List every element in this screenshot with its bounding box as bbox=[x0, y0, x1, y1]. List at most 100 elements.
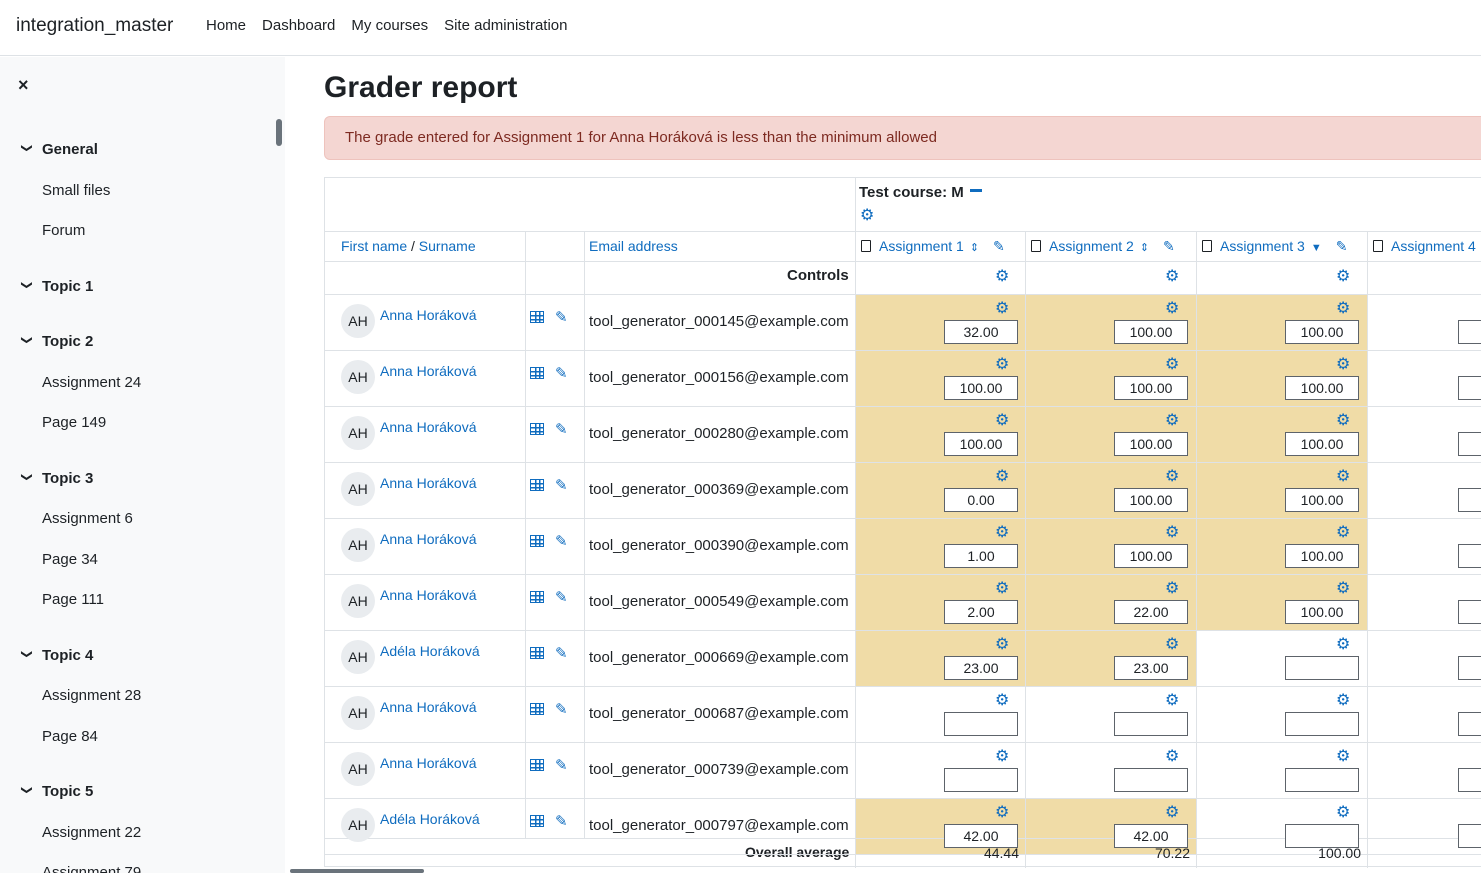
single-view-grid-icon[interactable] bbox=[530, 703, 544, 715]
section-topic-1[interactable]: ❯ Topic 1 bbox=[20, 278, 94, 295]
section-title[interactable]: Topic 5 bbox=[42, 783, 93, 800]
section-title[interactable]: Topic 2 bbox=[42, 333, 93, 350]
grade-gear-icon[interactable]: ⚙ bbox=[1165, 469, 1179, 485]
nav-home[interactable]: Home bbox=[206, 17, 246, 34]
course-index-item[interactable]: Small files bbox=[42, 182, 110, 199]
grade-input[interactable]: 32.00 bbox=[944, 320, 1018, 344]
course-index-item[interactable]: Forum bbox=[42, 222, 85, 239]
chevron-down-icon[interactable]: ❯ bbox=[21, 650, 34, 664]
grade-input[interactable]: 100.00 bbox=[944, 432, 1018, 456]
course-index-item[interactable]: Page 149 bbox=[42, 414, 106, 431]
grade-gear-icon[interactable]: ⚙ bbox=[995, 413, 1009, 429]
grade-input-assignment-4[interactable] bbox=[1458, 432, 1481, 456]
single-view-grid-icon[interactable] bbox=[530, 479, 544, 491]
grade-input[interactable]: 100.00 bbox=[1285, 600, 1359, 624]
grade-gear-icon[interactable]: ⚙ bbox=[1165, 805, 1179, 821]
section-title[interactable]: Topic 3 bbox=[42, 470, 93, 487]
grade-input-assignment-4[interactable] bbox=[1458, 544, 1481, 568]
grade-input[interactable]: 100.00 bbox=[1114, 544, 1188, 568]
sort-surname-link[interactable]: Surname bbox=[419, 238, 476, 254]
grade-gear-icon[interactable]: ⚙ bbox=[1165, 581, 1179, 597]
student-name-link[interactable]: Anna Horáková bbox=[380, 475, 477, 491]
single-view-grid-icon[interactable] bbox=[530, 815, 544, 827]
grade-gear-icon[interactable]: ⚙ bbox=[1165, 301, 1179, 317]
single-view-grid-icon[interactable] bbox=[530, 311, 544, 323]
chevron-down-icon[interactable]: ❯ bbox=[21, 144, 34, 158]
grade-input[interactable] bbox=[1114, 768, 1188, 792]
grade-gear-icon[interactable]: ⚙ bbox=[1336, 469, 1350, 485]
student-name-link[interactable]: Adéla Horáková bbox=[380, 643, 480, 659]
sort-email-link[interactable]: Email address bbox=[589, 238, 678, 254]
close-drawer-icon[interactable]: × bbox=[18, 75, 29, 96]
single-view-grid-icon[interactable] bbox=[530, 423, 544, 435]
section-topic-4[interactable]: ❯ Topic 4 bbox=[20, 647, 94, 664]
grade-input[interactable]: 100.00 bbox=[944, 376, 1018, 400]
course-index-item[interactable]: Assignment 22 bbox=[42, 824, 141, 841]
grade-gear-icon[interactable]: ⚙ bbox=[1336, 581, 1350, 597]
grade-gear-icon[interactable]: ⚙ bbox=[995, 749, 1009, 765]
single-view-grid-icon[interactable] bbox=[530, 591, 544, 603]
edit-pencil-icon[interactable]: ✎ bbox=[993, 238, 1005, 254]
single-view-grid-icon[interactable] bbox=[530, 535, 544, 547]
grade-input[interactable]: 100.00 bbox=[1114, 376, 1188, 400]
grade-gear-icon[interactable]: ⚙ bbox=[995, 693, 1009, 709]
course-index-item[interactable]: Assignment 24 bbox=[42, 374, 141, 391]
student-name-link[interactable]: Anna Horáková bbox=[380, 699, 477, 715]
grade-input[interactable] bbox=[944, 768, 1018, 792]
student-name-link[interactable]: Anna Horáková bbox=[380, 419, 477, 435]
grade-input[interactable]: 100.00 bbox=[1285, 320, 1359, 344]
site-brand[interactable]: integration_master bbox=[16, 15, 173, 37]
section-title[interactable]: Topic 1 bbox=[42, 278, 93, 295]
grade-gear-icon[interactable]: ⚙ bbox=[995, 525, 1009, 541]
edit-user-pencil-icon[interactable]: ✎ bbox=[555, 756, 568, 774]
grade-gear-icon[interactable]: ⚙ bbox=[1165, 413, 1179, 429]
course-index-item[interactable]: Assignment 28 bbox=[42, 687, 141, 704]
grade-gear-icon[interactable]: ⚙ bbox=[1165, 749, 1179, 765]
section-topic-5[interactable]: ❯ Topic 5 bbox=[20, 783, 94, 800]
grade-gear-icon[interactable]: ⚙ bbox=[1165, 525, 1179, 541]
grade-input[interactable]: 100.00 bbox=[1114, 488, 1188, 512]
single-view-grid-icon[interactable] bbox=[530, 367, 544, 379]
grade-gear-icon[interactable]: ⚙ bbox=[1336, 693, 1350, 709]
section-title[interactable]: General bbox=[42, 141, 98, 158]
grade-input[interactable]: 2.00 bbox=[944, 600, 1018, 624]
grade-input[interactable]: 23.00 bbox=[944, 656, 1018, 680]
chevron-down-icon[interactable]: ❯ bbox=[21, 786, 34, 800]
course-index-item[interactable]: Page 34 bbox=[42, 551, 98, 568]
nav-my-courses[interactable]: My courses bbox=[351, 17, 428, 34]
grade-input[interactable]: 23.00 bbox=[1114, 656, 1188, 680]
grade-input-assignment-4[interactable] bbox=[1458, 712, 1481, 736]
nav-site-administration[interactable]: Site administration bbox=[444, 17, 567, 34]
edit-pencil-icon[interactable]: ✎ bbox=[1336, 238, 1348, 254]
single-view-grid-icon[interactable] bbox=[530, 759, 544, 771]
grade-gear-icon[interactable]: ⚙ bbox=[1336, 525, 1350, 541]
grade-input[interactable]: 100.00 bbox=[1114, 432, 1188, 456]
grade-gear-icon[interactable]: ⚙ bbox=[1336, 749, 1350, 765]
edit-user-pencil-icon[interactable]: ✎ bbox=[555, 420, 568, 438]
grade-gear-icon[interactable]: ⚙ bbox=[1336, 637, 1350, 653]
grade-gear-icon[interactable]: ⚙ bbox=[1336, 357, 1350, 373]
grade-gear-icon[interactable]: ⚙ bbox=[1336, 413, 1350, 429]
grade-gear-icon[interactable]: ⚙ bbox=[1336, 805, 1350, 821]
assignment-link[interactable]: Assignment 2 bbox=[1049, 238, 1134, 254]
sort-firstname-link[interactable]: First name bbox=[341, 238, 407, 254]
collapse-minus-icon[interactable] bbox=[969, 188, 982, 192]
nav-dashboard[interactable]: Dashboard bbox=[262, 17, 335, 34]
grade-input-assignment-4[interactable] bbox=[1458, 656, 1481, 680]
grade-input[interactable] bbox=[1285, 656, 1359, 680]
grade-gear-icon[interactable]: ⚙ bbox=[1165, 357, 1179, 373]
grade-input-assignment-4[interactable] bbox=[1458, 600, 1481, 624]
course-settings-gear-icon[interactable]: ⚙ bbox=[860, 208, 874, 224]
grade-gear-icon[interactable]: ⚙ bbox=[1336, 301, 1350, 317]
grade-input[interactable]: 0.00 bbox=[944, 488, 1018, 512]
grade-gear-icon[interactable]: ⚙ bbox=[995, 805, 1009, 821]
grade-gear-icon[interactable]: ⚙ bbox=[995, 581, 1009, 597]
edit-user-pencil-icon[interactable]: ✎ bbox=[555, 812, 568, 830]
grade-gear-icon[interactable]: ⚙ bbox=[1165, 693, 1179, 709]
section-general[interactable]: ❯ General bbox=[20, 141, 98, 158]
edit-user-pencil-icon[interactable]: ✎ bbox=[555, 308, 568, 326]
sort-desc-icon[interactable]: ▼ bbox=[1311, 242, 1322, 254]
grade-input-assignment-4[interactable] bbox=[1458, 824, 1481, 848]
edit-pencil-icon[interactable]: ✎ bbox=[1163, 238, 1175, 254]
drawer-scrollbar[interactable] bbox=[276, 119, 282, 146]
